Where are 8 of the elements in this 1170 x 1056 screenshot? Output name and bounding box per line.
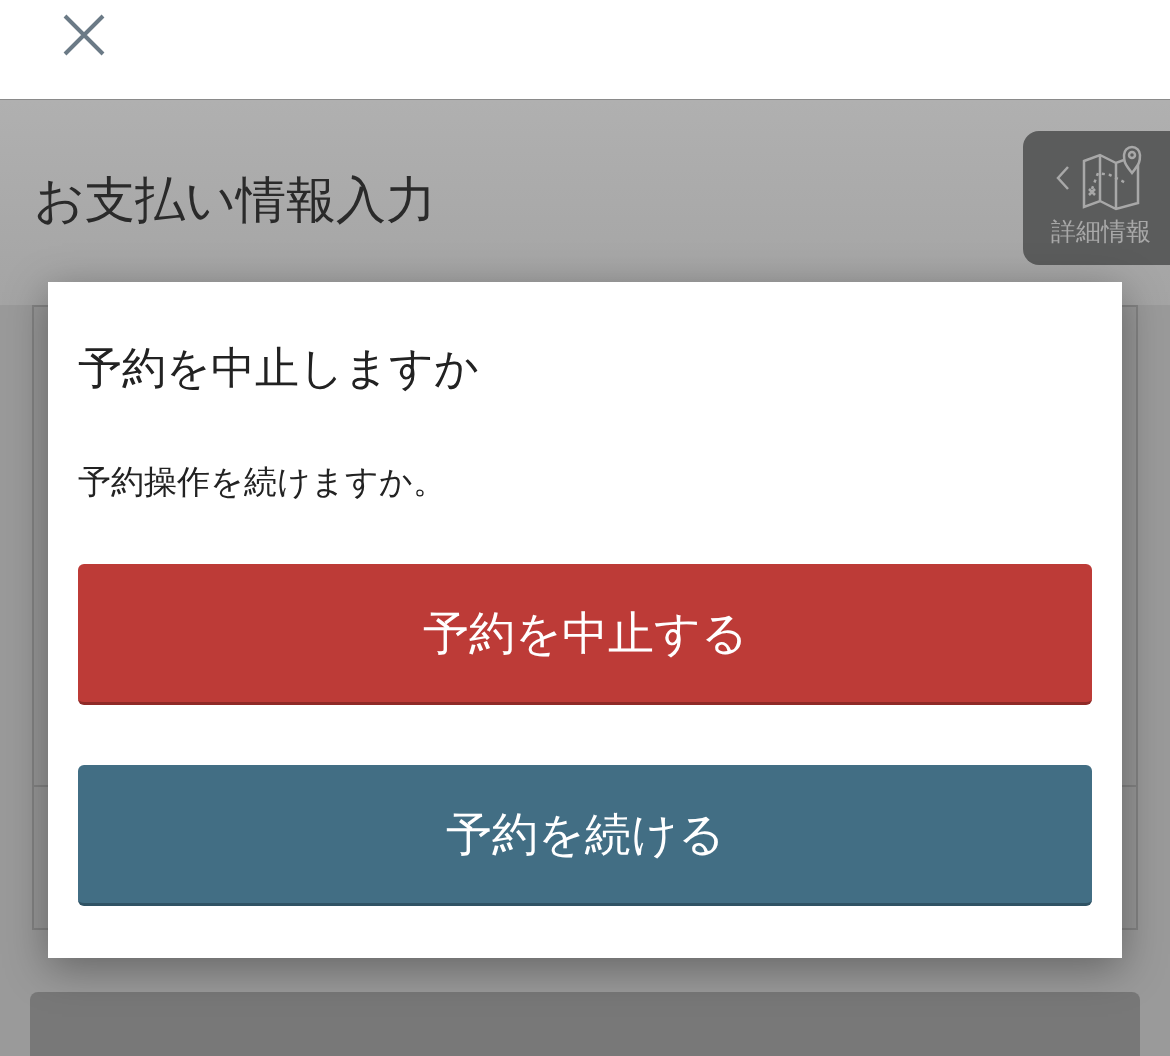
chevron-left-icon	[1055, 165, 1070, 192]
details-tab[interactable]: 詳細情報	[1023, 131, 1170, 265]
dialog-title: 予約を中止しますか	[78, 341, 480, 395]
continue-booking-button[interactable]: 予約を続ける	[78, 765, 1092, 906]
cancel-booking-button[interactable]: 予約を中止する	[78, 564, 1092, 705]
dialog-message: 予約操作を続けますか。	[78, 461, 447, 503]
page-title: お支払い情報入力	[34, 170, 436, 231]
close-icon	[62, 12, 106, 57]
